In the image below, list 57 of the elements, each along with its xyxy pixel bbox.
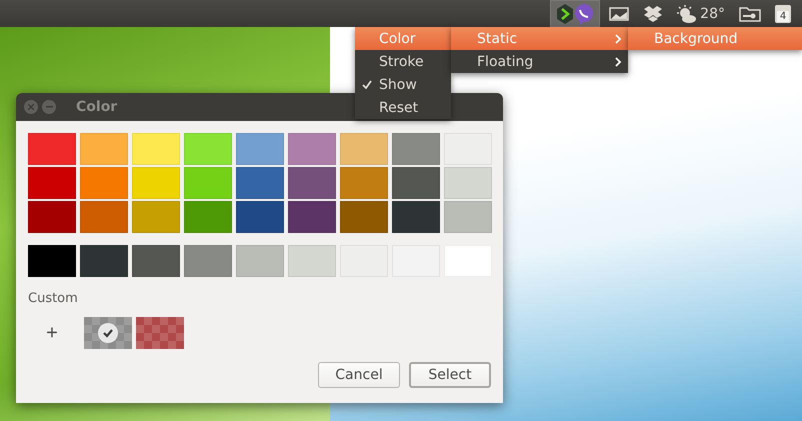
minimize-button[interactable] (42, 100, 56, 114)
minimize-icon (46, 106, 52, 108)
color-swatch[interactable] (288, 167, 336, 199)
color-swatch[interactable] (288, 245, 336, 277)
custom-color-swatch[interactable] (136, 317, 184, 349)
menu-item[interactable]: Stroke (355, 50, 451, 73)
menu-item[interactable]: Floating (451, 50, 628, 73)
temperature-text: 28° (700, 6, 725, 22)
color-swatch[interactable] (236, 245, 284, 277)
menu-item[interactable]: Reset (355, 96, 451, 119)
screen-icon (609, 6, 630, 20)
sun-cloud-icon (677, 4, 698, 22)
custom-label: Custom (28, 291, 78, 306)
box-icon (643, 4, 664, 22)
calendar-icon[interactable]: 4 (775, 4, 791, 22)
color-swatch[interactable] (80, 167, 128, 199)
color-swatch[interactable] (28, 201, 76, 233)
color-swatch[interactable] (132, 167, 180, 199)
color-swatch[interactable] (80, 245, 128, 277)
dialog-button[interactable]: Cancel (318, 362, 400, 388)
color-swatch[interactable] (444, 201, 492, 233)
color-swatch[interactable] (236, 167, 284, 199)
apps-indicator[interactable] (550, 0, 600, 27)
color-swatch[interactable] (288, 201, 336, 233)
close-icon (28, 104, 34, 110)
color-swatch[interactable] (340, 201, 388, 233)
color-swatch[interactable] (236, 133, 284, 165)
color-swatch[interactable] (340, 133, 388, 165)
color-swatch[interactable] (184, 133, 232, 165)
color-swatch[interactable] (132, 201, 180, 233)
color-swatch[interactable] (184, 201, 232, 233)
add-color-button[interactable]: + (28, 317, 76, 349)
check-circle-icon (98, 323, 118, 343)
custom-color-swatch[interactable] (84, 317, 132, 349)
window-title: Color (76, 99, 118, 115)
color-swatch[interactable] (340, 167, 388, 199)
dialog-button[interactable]: Select (409, 362, 491, 388)
app-icons-pair-icon (556, 2, 594, 24)
color-swatch[interactable] (236, 201, 284, 233)
color-swatch[interactable] (392, 133, 440, 165)
color-swatch[interactable] (392, 201, 440, 233)
color-swatch[interactable] (392, 167, 440, 199)
color-swatch[interactable] (28, 245, 76, 277)
folder-key-icon (739, 6, 761, 22)
color-swatch[interactable] (444, 167, 492, 199)
color-swatch[interactable] (288, 133, 336, 165)
color-swatch[interactable] (28, 133, 76, 165)
color-swatch[interactable] (80, 133, 128, 165)
close-button[interactable] (24, 100, 38, 114)
color-swatch[interactable] (184, 245, 232, 277)
color-swatch[interactable] (80, 201, 128, 233)
color-swatch[interactable] (132, 133, 180, 165)
color-swatch[interactable] (28, 167, 76, 199)
color-swatch[interactable] (184, 167, 232, 199)
weather-indicator[interactable]: 28° (672, 0, 730, 27)
menu-item[interactable]: Show (355, 73, 451, 96)
color-swatch[interactable] (132, 245, 180, 277)
